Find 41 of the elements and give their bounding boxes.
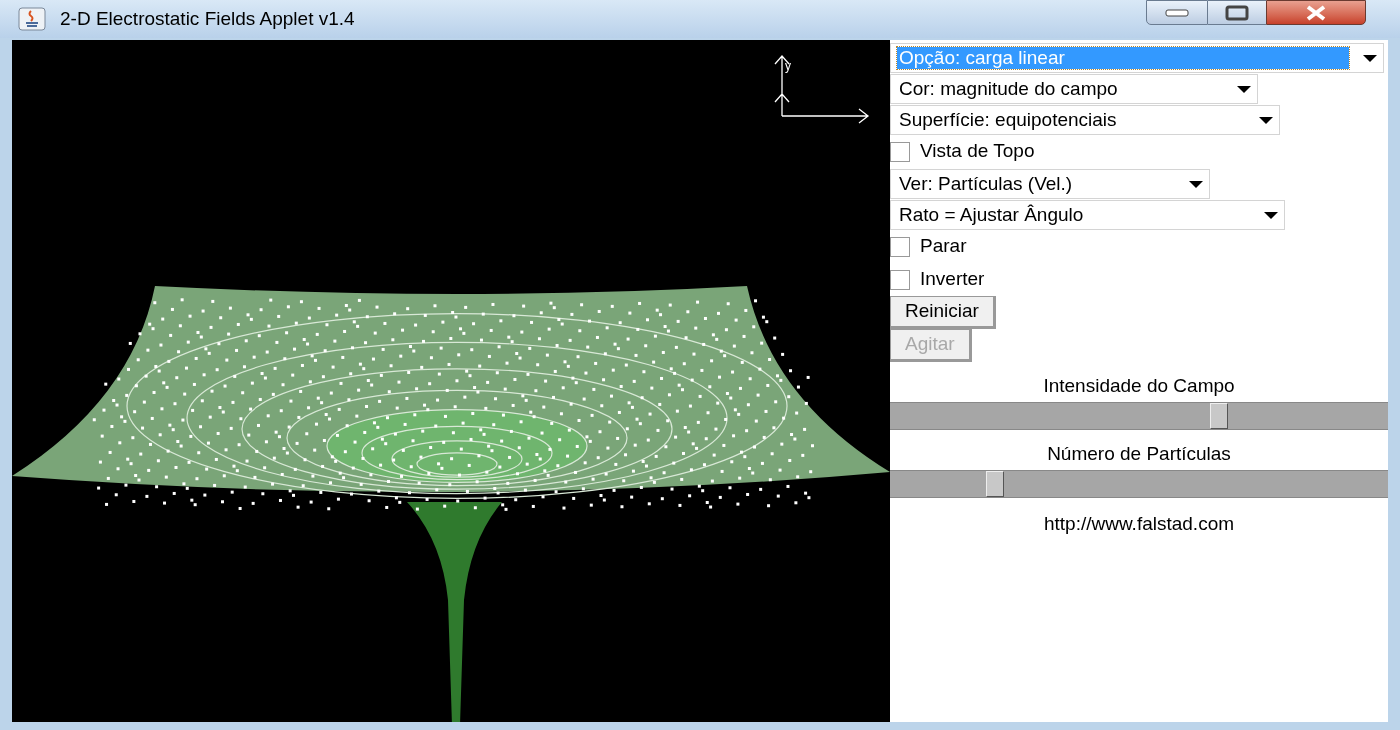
checkbox[interactable] <box>890 141 910 162</box>
maximize-icon <box>1225 4 1249 21</box>
dropdown-value: Cor: magnitude do campo <box>898 78 1119 100</box>
slider-thumb[interactable] <box>985 471 1004 497</box>
dropdown-value: Superfície: equipotenciais <box>898 109 1118 131</box>
caret-icon <box>1363 54 1377 62</box>
caret-icon <box>1264 211 1278 219</box>
website-link[interactable]: http://www.falstad.com <box>1043 510 1235 539</box>
slider-track[interactable] <box>890 402 1388 430</box>
checkbox-option[interactable]: Vista de Topo <box>890 135 1388 168</box>
checkbox-label: Vista de Topo <box>920 139 1035 164</box>
dropdown-value: Rato = Ajustar Ângulo <box>898 204 1085 226</box>
slider-label: Intensidade do Campo <box>1043 374 1235 398</box>
caret-icon <box>1189 180 1203 188</box>
caret-icon <box>1259 116 1273 124</box>
checkbox-option[interactable]: Parar <box>890 230 1388 263</box>
maximize-button[interactable] <box>1208 0 1266 25</box>
dropdown-select[interactable]: Rato = Ajustar Ângulo <box>890 200 1285 230</box>
slider-track[interactable] <box>890 470 1388 498</box>
coffee-cup-icon <box>18 7 46 31</box>
axis-label: y <box>785 60 791 72</box>
caret-icon <box>1237 85 1251 93</box>
checkbox-label: Inverter <box>920 267 985 292</box>
minimize-button[interactable] <box>1146 0 1208 25</box>
dropdown-value: Ver: Partículas (Vel.) <box>898 173 1074 195</box>
close-icon <box>1305 4 1327 21</box>
minimize-icon <box>1165 8 1189 17</box>
close-button[interactable] <box>1266 0 1366 25</box>
window-title: 2-D Electrostatic Fields Applet v1.4 <box>60 6 355 31</box>
slider-thumb[interactable] <box>1209 403 1228 429</box>
action-button[interactable]: Reiniciar <box>890 296 996 329</box>
checkbox[interactable] <box>890 269 910 290</box>
dropdown-select[interactable]: Ver: Partículas (Vel.) <box>890 169 1210 199</box>
slider-label: Número de Partículas <box>1047 442 1231 466</box>
dropdown-select[interactable]: Cor: magnitude do campo <box>890 74 1258 104</box>
dropdown-value: Opção: carga linear <box>897 47 1349 69</box>
field-canvas[interactable]: y <box>12 40 890 722</box>
checkbox[interactable] <box>890 236 910 257</box>
checkbox-option[interactable]: Inverter <box>890 263 1388 296</box>
checkbox-label: Parar <box>920 234 967 259</box>
dropdown-select[interactable]: Superfície: equipotenciais <box>890 105 1280 135</box>
